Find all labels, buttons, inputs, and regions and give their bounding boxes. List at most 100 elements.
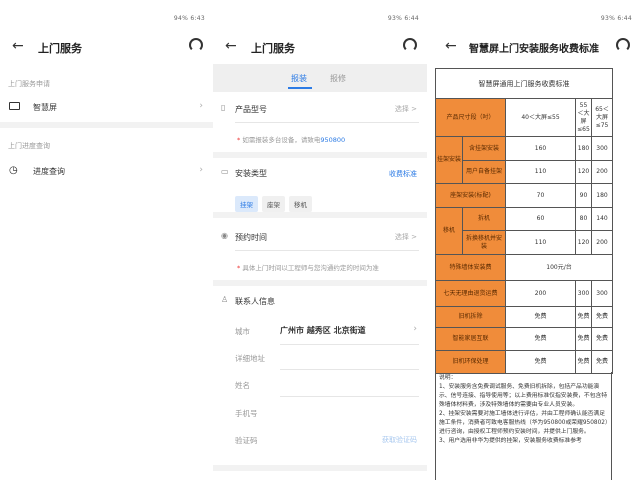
tab-bar: 报装 报修 (213, 64, 427, 92)
chip-wall-mount[interactable]: 挂架 (235, 196, 258, 212)
note-line: 说明： (439, 375, 457, 381)
field-label: 城市 (235, 327, 250, 336)
row-header: 拆换移机并安装 (462, 230, 506, 255)
chip-move[interactable]: 移机 (289, 196, 312, 212)
field-label: 验证码 (235, 436, 258, 445)
cell: 免费 (505, 350, 576, 374)
cell: 60 (505, 207, 576, 231)
row-header: 拆机 (462, 207, 506, 231)
divider (0, 122, 213, 128)
address-input[interactable] (280, 348, 419, 370)
row-header: 特殊墙体安装费 (435, 254, 506, 281)
row-header: 含挂架安装 (462, 136, 506, 161)
phone-input[interactable] (280, 402, 419, 422)
status-bar: 93% 6:44 (600, 15, 632, 22)
cell: 110 (505, 160, 576, 184)
chip-stand[interactable]: 座架 (262, 196, 285, 212)
table-title: 智慧屏通用上门服务收费标准 (434, 68, 614, 99)
appointment-row[interactable]: ◉ 预约时间 选择 > (213, 226, 427, 248)
fee-standard-link[interactable]: 收费标准 (389, 169, 417, 179)
tv-icon (9, 102, 20, 110)
hotline-link[interactable]: 950800 (320, 136, 345, 144)
select-button[interactable]: 选择 > (395, 104, 417, 114)
back-arrow-icon[interactable]: ← (225, 38, 237, 54)
row-header: 旧机环保处理 (435, 350, 506, 374)
cell: 200 (505, 280, 576, 307)
divider (213, 152, 427, 158)
status-bar: 93% 6:44 (387, 15, 419, 22)
cell: 200 (590, 230, 614, 255)
row-header: 旧机拆除 (435, 306, 506, 328)
person-icon: ♙ (221, 295, 229, 304)
divider (280, 344, 419, 345)
size-header: 65＜大屏≤75 (590, 98, 614, 137)
headset-icon[interactable] (616, 38, 630, 52)
cell: 300 (590, 136, 614, 161)
back-arrow-icon[interactable]: ← (12, 38, 24, 54)
product-note: * 如需报装多台设备，请致电950800 (237, 134, 345, 144)
field-label: 手机号 (235, 409, 258, 418)
headset-icon[interactable] (403, 38, 417, 52)
tab-indicator (288, 87, 312, 89)
city-select[interactable]: 广州市 越秀区 北京街道 (280, 325, 366, 336)
phone-icon: ▯ (221, 103, 226, 112)
cell: 免费 (505, 306, 576, 328)
cell: 180 (590, 183, 614, 208)
cell: 免费 (590, 327, 614, 351)
field-label: 详细地址 (235, 354, 265, 363)
section-label: 上门服务申请 (8, 80, 50, 88)
field-label: 预约时间 (235, 233, 267, 242)
cell: 免费 (575, 306, 592, 328)
cell: 90 (575, 183, 592, 208)
page-title: 上门服务 (251, 42, 295, 55)
note-text: 如需报装多台设备，请致电 (242, 136, 321, 144)
get-code-button[interactable]: 获取验证码 (382, 435, 417, 445)
cell: 120 (575, 230, 592, 255)
cell: 140 (590, 207, 614, 231)
cell: 80 (575, 207, 592, 231)
chevron-right-icon: › (199, 165, 203, 175)
note-text: 具体上门时间以工程师与您沟通约定的时间为准 (242, 264, 379, 272)
row-header: 用户自备挂架 (462, 160, 506, 184)
cell: 110 (505, 230, 576, 255)
cell: 70 (505, 183, 576, 208)
fee-table: 智慧屏通用上门服务收费标准 产品尺寸段（吋） 40＜大屏≤55 55＜大屏≤65 65… (434, 68, 614, 374)
note-line: 3、用户选用非华为提供的挂架，安装服务收费标准参考 (439, 438, 582, 444)
field-label: 姓名 (235, 381, 250, 390)
select-button[interactable]: 选择 > (395, 232, 417, 242)
cell: 200 (590, 160, 614, 184)
note-line: 1、安装服务含免费调试服务、免费旧机拆除，包括产品功能演示、信号连接、指导使用等… (439, 384, 608, 408)
tab-repair[interactable]: 报修 (330, 73, 346, 84)
back-arrow-icon[interactable]: ← (445, 38, 457, 54)
name-input[interactable] (280, 375, 419, 397)
list-item-smart-screen[interactable]: 智慧屏 › (0, 96, 213, 120)
install-type-chips: 挂架 座架 移机 (235, 192, 316, 212)
cell: 120 (575, 160, 592, 184)
row-header: 七天无理由退货运费 (435, 280, 506, 307)
headset-icon[interactable] (189, 38, 203, 52)
appointment-note: * 具体上门时间以工程师与您沟通约定的时间为准 (237, 262, 379, 272)
item-label: 智慧屏 (33, 103, 57, 112)
divider (213, 280, 427, 286)
cell: 免费 (575, 327, 592, 351)
field-label: 安装类型 (235, 169, 267, 178)
product-model-row[interactable]: ▯ 产品型号 选择 > (213, 98, 427, 120)
divider (235, 122, 419, 123)
list-item-progress[interactable]: ◷ 进度查询 › (0, 160, 213, 184)
row-header: 智能家居互联 (435, 327, 506, 351)
row-group: 挂架安装 (435, 136, 463, 184)
size-header: 55＜大屏≤65 (575, 98, 592, 137)
cell: 100元/台 (504, 254, 614, 281)
fee-notes: 说明： 1、安装服务含免费调试服务、免费旧机拆除，包括产品功能演示、信号连接、指… (435, 372, 612, 480)
page-title: 智慧屏上门安装服务收费标准 (469, 44, 599, 55)
tab-install[interactable]: 报装 (291, 73, 307, 84)
chevron-right-icon[interactable]: › (413, 324, 417, 334)
chevron-right-icon: › (199, 101, 203, 111)
panel-service-form: 93% 6:44 ← 上门服务 报装 报修 ▯ 产品型号 选择 > * 如需报装… (213, 0, 427, 480)
section-label: 上门进度查询 (8, 142, 50, 150)
cell: 180 (575, 136, 592, 161)
row-header: 座架安装(标配) (435, 183, 506, 208)
note-line: 2、挂架安装需要对施工墙体进行评估，并由工程师确认能否满足施工条件，消费者可致电… (439, 411, 608, 435)
cell: 免费 (505, 327, 576, 351)
install-type-icon: ▭ (221, 167, 229, 176)
